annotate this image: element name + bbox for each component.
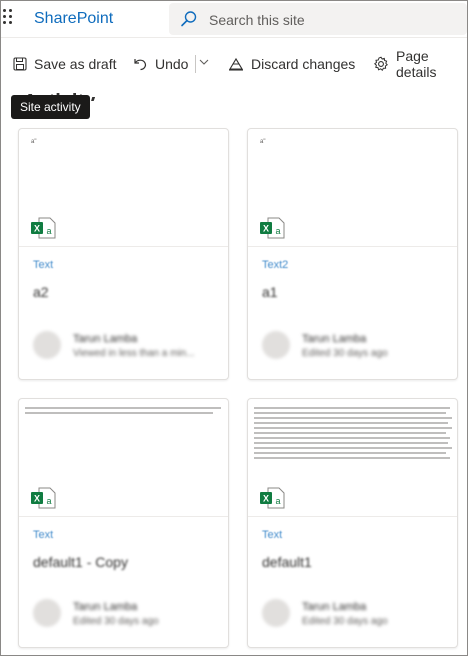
file-preview: a" X a [248, 129, 457, 247]
file-preview: X a [248, 399, 457, 517]
command-bar: Save as draft Undo Discard changes Page … [1, 41, 467, 87]
save-icon [13, 57, 27, 71]
page-details-button[interactable]: Page details [373, 48, 467, 80]
activity-text: Edited 30 days ago [302, 616, 388, 627]
svg-text:X: X [34, 494, 40, 504]
svg-text:X: X [34, 224, 40, 234]
search-icon [181, 11, 197, 27]
save-as-draft-button[interactable]: Save as draft [13, 53, 117, 75]
svg-text:a: a [46, 226, 51, 236]
discard-icon [229, 57, 243, 71]
excel-file-icon: X a [31, 487, 56, 509]
preview-text: a" [31, 139, 37, 145]
activity-card[interactable]: a" X a Text a2 Tarun Lamba Viewed in les… [18, 128, 229, 380]
svg-text:X: X [263, 224, 269, 234]
chevron-down-icon[interactable] [199, 58, 209, 66]
svg-text:a: a [46, 496, 51, 506]
avatar [33, 331, 61, 359]
file-title: a2 [33, 284, 49, 300]
sharepoint-page: SharePoint Search this site Save as draf… [0, 0, 468, 656]
preview-content-lines [25, 407, 225, 417]
activity-card[interactable]: a" X a Text2 a1 Tarun Lamba Edited 30 da… [247, 128, 458, 380]
file-type-label: Text [33, 529, 54, 541]
activity-text: Edited 30 days ago [73, 616, 159, 627]
app-launcher-icon[interactable] [3, 9, 13, 29]
svg-text:a: a [275, 496, 280, 506]
activity-user: Tarun Lamba Edited 30 days ago [262, 597, 447, 637]
split-divider [195, 55, 196, 73]
avatar [262, 331, 290, 359]
activity-user: Tarun Lamba Edited 30 days ago [33, 597, 218, 637]
undo-button[interactable]: Undo [132, 53, 188, 75]
page-details-label: Page details [396, 48, 437, 80]
undo-icon [134, 59, 147, 71]
avatar [262, 599, 290, 627]
search-box[interactable]: Search this site [169, 3, 467, 35]
suite-bar: SharePoint Search this site [1, 1, 467, 38]
activity-text: Edited 30 days ago [302, 348, 388, 359]
search-placeholder: Search this site [209, 12, 305, 28]
activity-user: Tarun Lamba Viewed in less than a min... [33, 329, 218, 369]
activity-card[interactable]: X a Text default1 Tarun Lamba Edited 30 … [247, 398, 458, 648]
svg-text:X: X [263, 494, 269, 504]
user-name: Tarun Lamba [302, 601, 367, 613]
save-as-draft-label: Save as draft [34, 56, 117, 72]
file-title: default1 [262, 554, 312, 570]
brand-name[interactable]: SharePoint [34, 10, 113, 28]
undo-label: Undo [155, 56, 189, 72]
user-name: Tarun Lamba [73, 601, 138, 613]
preview-text: a" [260, 139, 266, 145]
excel-file-icon: X a [31, 217, 56, 239]
activity-card[interactable]: X a Text default1 - Copy Tarun Lamba Edi… [18, 398, 229, 648]
file-title: default1 - Copy [33, 554, 128, 570]
file-preview: X a [19, 399, 228, 517]
excel-file-icon: X a [260, 487, 285, 509]
avatar [33, 599, 61, 627]
file-type-label: Text2 [262, 259, 289, 271]
file-type-label: Text [33, 259, 54, 271]
site-activity-tooltip: Site activity [11, 95, 90, 119]
file-type-label: Text [262, 529, 283, 541]
activity-user: Tarun Lamba Edited 30 days ago [262, 329, 447, 369]
user-name: Tarun Lamba [302, 333, 367, 345]
activity-text: Viewed in less than a min... [73, 348, 195, 359]
discard-changes-label: Discard changes [251, 56, 356, 72]
file-title: a1 [262, 284, 278, 300]
discard-changes-button[interactable]: Discard changes [228, 53, 355, 75]
excel-file-icon: X a [260, 217, 285, 239]
user-name: Tarun Lamba [73, 333, 138, 345]
preview-content-lines [254, 407, 454, 462]
gear-icon [374, 56, 388, 71]
svg-text:a: a [275, 226, 280, 236]
file-preview: a" X a [19, 129, 228, 247]
